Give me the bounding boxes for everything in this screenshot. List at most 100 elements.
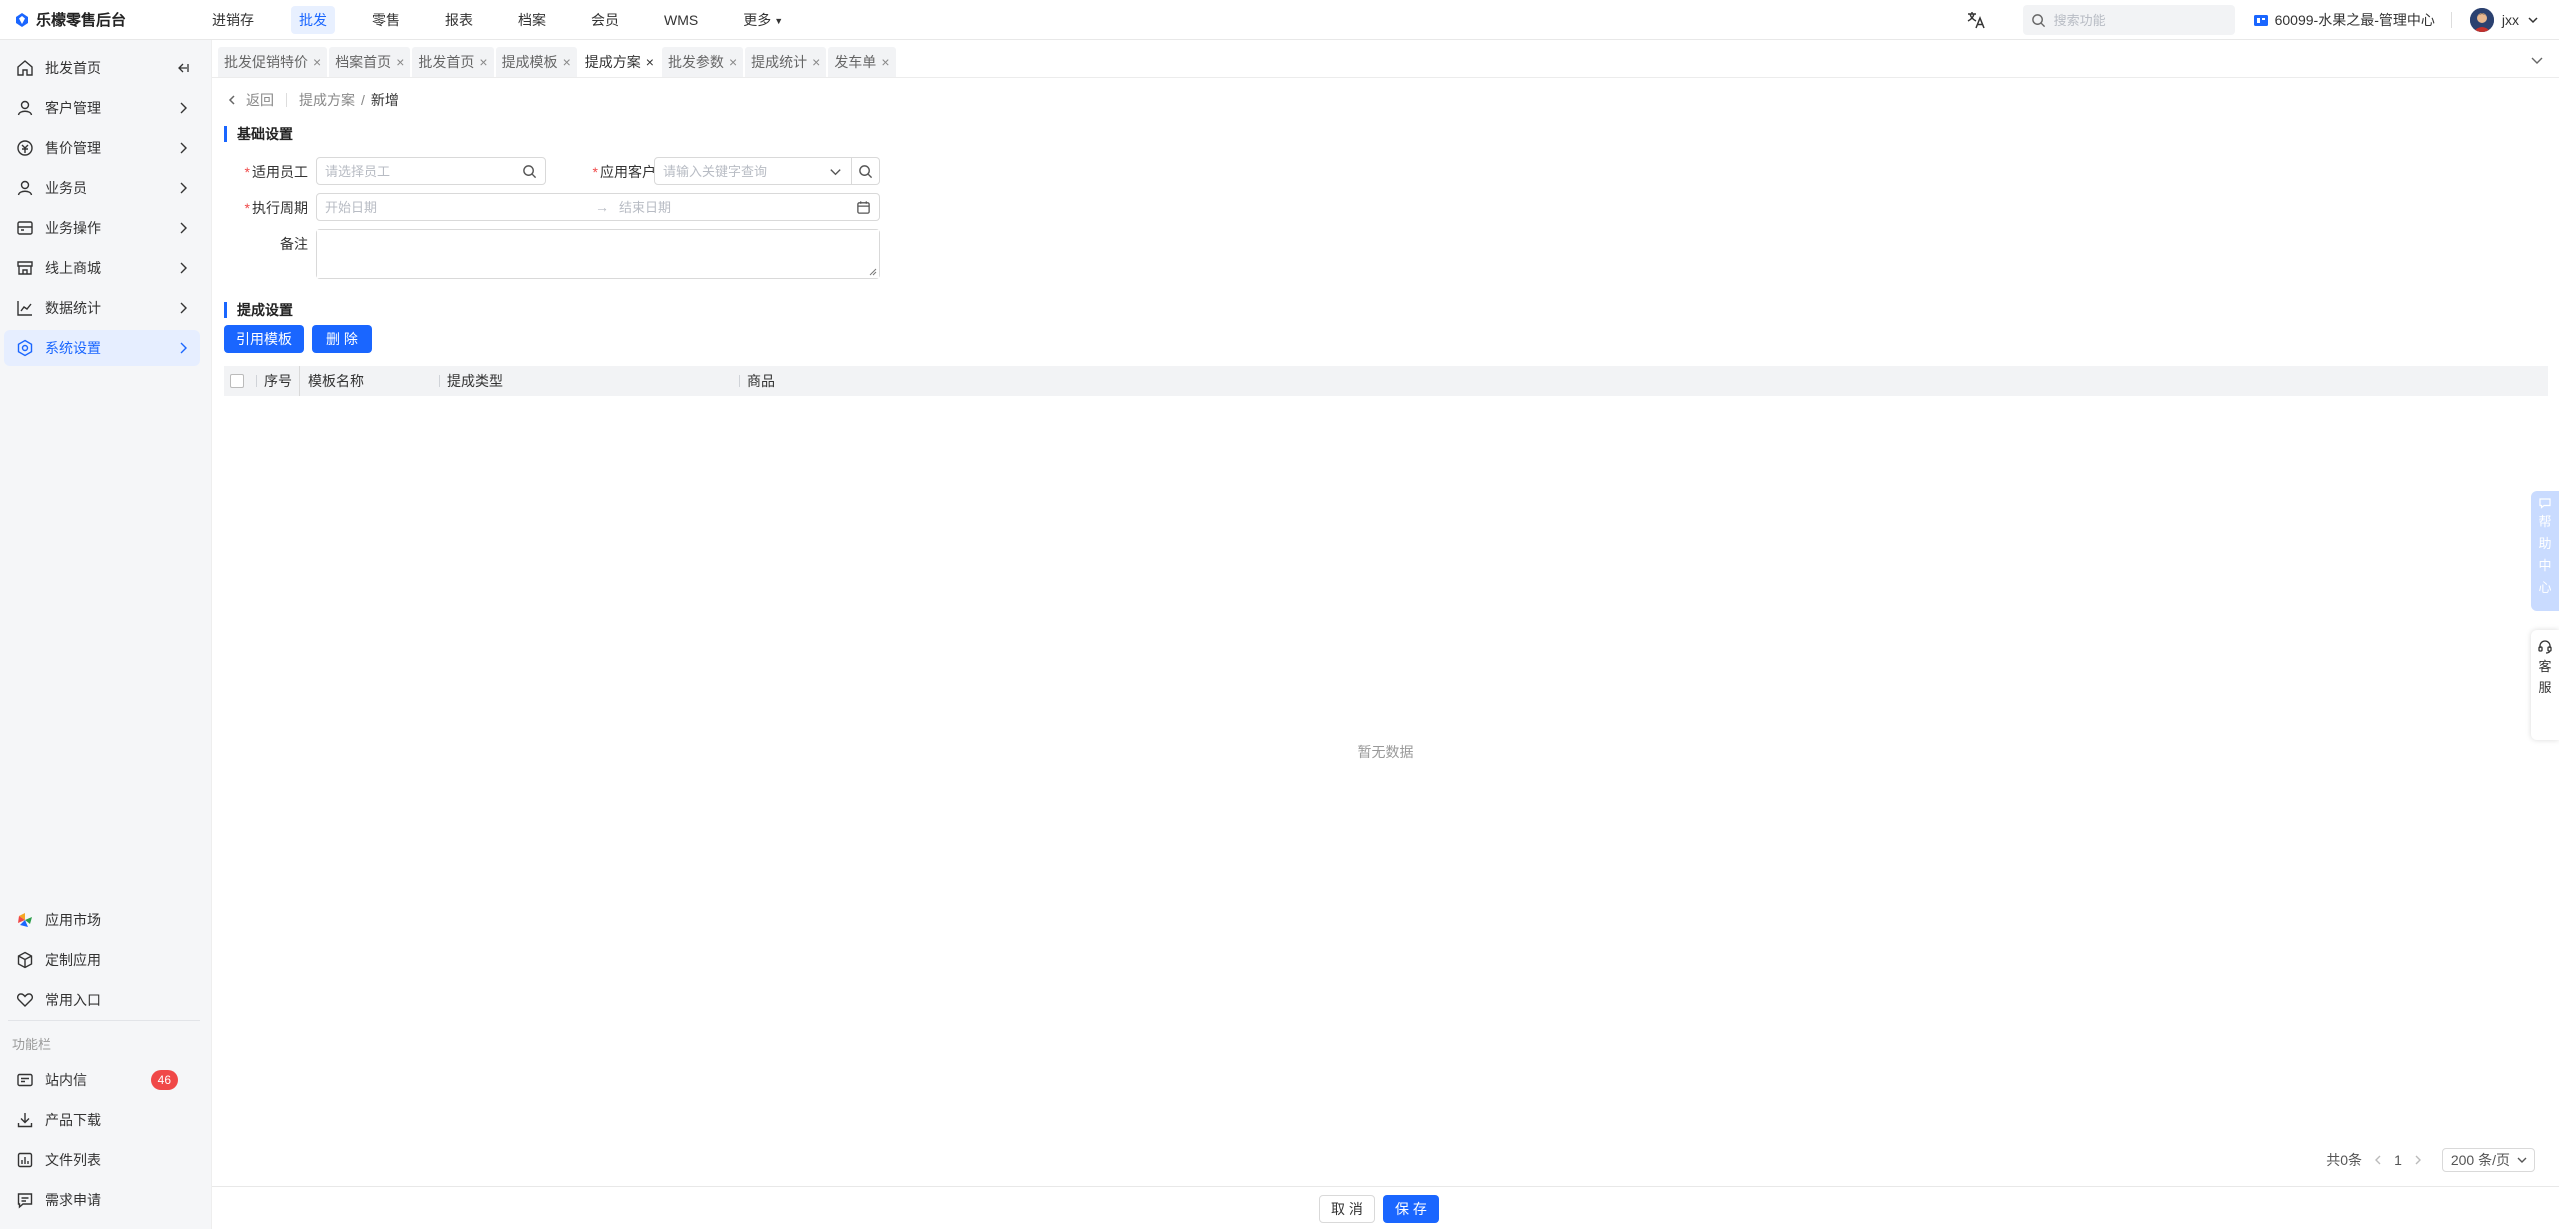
translate-icon[interactable] <box>1965 9 1987 31</box>
tab-commission-plan[interactable]: 提成方案 × <box>578 47 660 77</box>
download-icon <box>17 1113 33 1128</box>
tab-commission-template[interactable]: 提成模板 × <box>495 47 577 77</box>
close-icon[interactable]: × <box>563 54 571 70</box>
breadcrumb-separator: / <box>361 92 365 108</box>
sidebar-item-wholesale-home[interactable]: 批发首页 <box>4 50 200 86</box>
column-label: 提成类型 <box>447 373 503 389</box>
app-logo[interactable]: 乐檬零售后台 <box>0 9 190 30</box>
close-icon[interactable]: × <box>479 54 487 70</box>
topnav-item-more[interactable]: 更多 ▼ <box>735 6 791 34</box>
tab-wholesale-promo[interactable]: 批发促销特价 × <box>218 47 328 77</box>
breadcrumb-current: 新增 <box>370 92 399 108</box>
tab-archive-home[interactable]: 档案首页 × <box>329 47 411 77</box>
remark-textarea[interactable] <box>316 229 880 279</box>
back-label: 返回 <box>246 92 274 108</box>
tab-commission-stats[interactable]: 提成统计 × <box>745 47 827 77</box>
sidebar-item-label: 系统设置 <box>45 340 101 356</box>
back-button[interactable]: 返回 <box>226 90 274 110</box>
customer-input[interactable] <box>663 163 828 179</box>
remark-label: 备注 <box>280 236 308 252</box>
function-search-input[interactable] <box>2053 12 2224 28</box>
prev-page-icon[interactable] <box>2372 1154 2384 1166</box>
tab-label: 批发首页 <box>418 54 475 70</box>
calendar-icon[interactable] <box>856 200 871 215</box>
current-page[interactable]: 1 <box>2394 1152 2402 1168</box>
tab-label: 批发参数 <box>667 54 724 70</box>
column-label: 序号 <box>264 373 292 389</box>
topnav-item-inventory[interactable]: 进销存 <box>204 6 262 34</box>
close-icon[interactable]: × <box>646 54 654 70</box>
column-header-product: 商品 <box>739 366 2548 396</box>
end-date-input[interactable] <box>619 199 856 215</box>
help-char: 心 <box>2538 580 2552 595</box>
page-size-select[interactable]: 200 条/页 <box>2441 1148 2535 1172</box>
close-icon[interactable]: × <box>812 54 820 70</box>
sidebar-item-online-mall[interactable]: 线上商城 <box>4 250 200 286</box>
sidebar-item-app-market[interactable]: 应用市场 <box>4 902 200 938</box>
sidebar-item-custom-apps[interactable]: 定制应用 <box>4 942 200 978</box>
service-char: 服 <box>2538 680 2552 695</box>
close-icon[interactable]: × <box>396 54 404 70</box>
logo-icon <box>16 12 28 27</box>
customer-service-button[interactable]: 客 服 <box>2531 630 2559 740</box>
sidebar-item-statistics[interactable]: 数据统计 <box>4 290 200 326</box>
mail-icon <box>17 1073 33 1087</box>
customer-search-button[interactable] <box>852 157 880 185</box>
sidebar-item-files[interactable]: 文件列表 <box>4 1142 200 1178</box>
tab-wholesale-home[interactable]: 批发首页 × <box>412 47 494 77</box>
store-switcher[interactable]: 60099-水果之最-管理中心 <box>2253 10 2435 30</box>
date-range-picker[interactable]: → <box>316 193 880 221</box>
employee-select[interactable] <box>316 157 546 185</box>
use-template-button[interactable]: 引用模板 <box>224 325 304 353</box>
topnav-item-wholesale[interactable]: 批发 <box>291 5 335 34</box>
topnav-item-archive[interactable]: 档案 <box>510 6 554 34</box>
chevron-down-icon[interactable] <box>828 164 843 179</box>
chevron-down-icon[interactable] <box>2527 50 2547 70</box>
help-center-button[interactable]: 帮 助 中 心 <box>2531 491 2559 611</box>
save-button[interactable]: 保 存 <box>1383 1195 1439 1223</box>
delete-button[interactable]: 删 除 <box>312 325 372 353</box>
sidebar-item-label: 站内信 <box>45 1072 87 1088</box>
customer-label: * 应用客户 <box>592 164 656 180</box>
close-icon[interactable]: × <box>881 54 889 70</box>
collapse-sidebar-icon[interactable] <box>176 61 190 75</box>
sidebar-item-salesman[interactable]: 业务员 <box>4 170 200 206</box>
next-page-icon[interactable] <box>2412 1154 2424 1166</box>
main-content: 返回 提成方案 / 新增 基础设置 *适用员工 *应用客户 *执行周期 → 备注… <box>212 78 2559 1186</box>
sidebar-item-label: 线上商城 <box>45 260 101 276</box>
top-bar: 乐檬零售后台 进销存 批发 零售 报表 档案 会员 WMS 更多▼ 60099-… <box>0 0 2559 40</box>
breadcrumb-parent[interactable]: 提成方案 <box>299 90 355 110</box>
page-tabs: 批发促销特价 × 档案首页 × 批发首页 × 提成模板 × 提成方案 × 批发参数 × 提成… <box>212 40 2559 78</box>
search-icon[interactable] <box>522 164 537 179</box>
close-icon[interactable]: × <box>313 54 321 70</box>
user-menu[interactable]: jxx <box>2469 8 2539 32</box>
employee-label-text: 适用员工 <box>252 164 308 180</box>
sidebar-item-favorites[interactable]: 常用入口 <box>4 982 200 1018</box>
sidebar-item-price[interactable]: 售价管理 <box>4 130 200 166</box>
sidebar-item-operations[interactable]: 业务操作 <box>4 210 200 246</box>
tab-wholesale-params[interactable]: 批发参数 × <box>661 47 744 77</box>
topnav-item-wms[interactable]: WMS <box>656 6 706 34</box>
customer-select[interactable] <box>654 157 852 185</box>
basic-settings-title: 基础设置 <box>224 126 293 142</box>
resize-handle-icon[interactable] <box>869 268 877 276</box>
function-bar-label: 功能栏 <box>12 1037 52 1052</box>
divider <box>8 1020 200 1021</box>
tab-dispatch[interactable]: 发车单 × <box>828 47 896 77</box>
sidebar-item-messages[interactable]: 站内信 46 <box>4 1062 200 1098</box>
start-date-input[interactable] <box>325 199 585 215</box>
sidebar-item-system-settings[interactable]: 系统设置 <box>4 330 200 366</box>
remark-input[interactable] <box>317 230 879 278</box>
sidebar-item-requests[interactable]: 需求申请 <box>4 1182 200 1218</box>
function-search[interactable] <box>2022 5 2235 35</box>
employee-input[interactable] <box>325 163 522 179</box>
close-icon[interactable]: × <box>729 54 737 70</box>
cancel-button[interactable]: 取 消 <box>1319 1195 1375 1223</box>
sidebar-item-customers[interactable]: 客户管理 <box>4 90 200 126</box>
topnav-item-member[interactable]: 会员 <box>583 6 627 34</box>
select-all-checkbox[interactable] <box>230 374 244 388</box>
sidebar-item-downloads[interactable]: 产品下载 <box>4 1102 200 1138</box>
store-icon <box>2253 15 2268 26</box>
topnav-item-retail[interactable]: 零售 <box>364 6 408 34</box>
topnav-item-reports[interactable]: 报表 <box>437 6 481 34</box>
